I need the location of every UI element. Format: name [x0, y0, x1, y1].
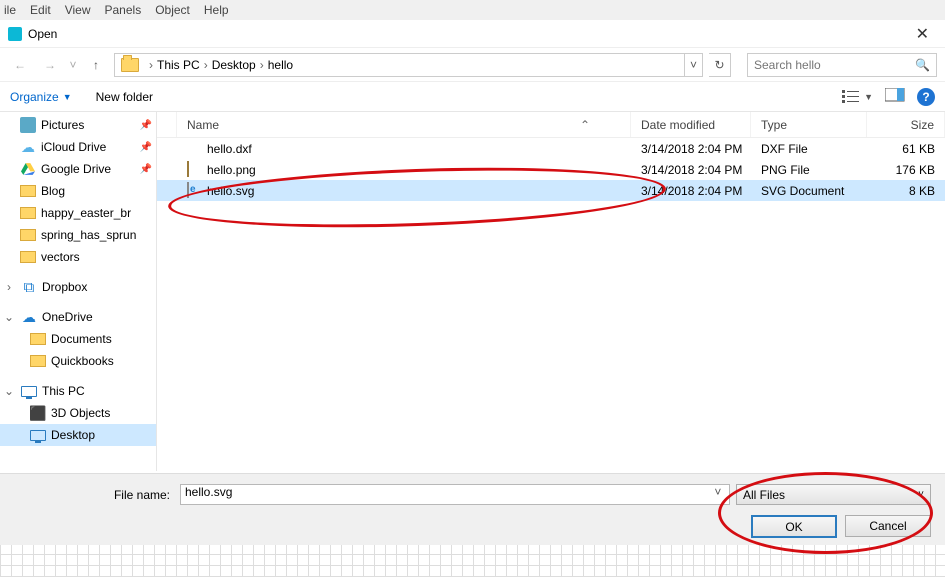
preview-pane-icon	[885, 88, 905, 102]
organize-menu[interactable]: Organize▼	[10, 90, 72, 104]
column-type[interactable]: Type	[751, 112, 867, 137]
folder-icon	[20, 251, 36, 263]
menu-edit[interactable]: Edit	[30, 3, 51, 17]
dxf-file-icon	[187, 141, 202, 156]
column-headers: Name⌃ Date modified Type Size	[157, 112, 945, 138]
crumb-hello[interactable]: hello	[268, 58, 293, 72]
preview-pane-button[interactable]	[885, 88, 905, 105]
view-mode-button[interactable]: ▼	[842, 90, 873, 104]
dialog-title: Open	[28, 27, 57, 41]
checkbox-column[interactable]	[157, 112, 177, 137]
filter-label: All Files	[743, 488, 785, 502]
nav-back[interactable]: ←	[8, 53, 32, 77]
tree-onedrive[interactable]: ⌄☁OneDrive	[0, 306, 156, 328]
column-size[interactable]: Size	[867, 112, 945, 137]
tree-dropbox[interactable]: ›⧉Dropbox	[0, 276, 156, 298]
filename-input[interactable]	[185, 485, 711, 499]
tree-happy-easter[interactable]: happy_easter_br	[0, 202, 156, 224]
nav-forward[interactable]: →	[38, 53, 62, 77]
breadcrumb-bar[interactable]: › This PC › Desktop › hello ˅	[114, 53, 703, 77]
folder-icon	[30, 355, 46, 367]
column-name[interactable]: Name⌃	[177, 112, 631, 137]
tree-documents[interactable]: Documents	[0, 328, 156, 350]
folder-icon	[30, 333, 46, 345]
file-list[interactable]: Name⌃ Date modified Type Size hello.dxf …	[157, 112, 945, 471]
tree-vectors[interactable]: vectors	[0, 246, 156, 268]
nav-up[interactable]: ↑	[84, 53, 108, 77]
filetype-filter[interactable]: All Files ˅	[736, 484, 931, 505]
tree-icloud[interactable]: ☁iCloud Drive📌	[0, 136, 156, 158]
tree-pictures[interactable]: Pictures📌	[0, 114, 156, 136]
column-date[interactable]: Date modified	[631, 112, 751, 137]
pin-icon: 📌	[140, 164, 152, 175]
folder-icon	[20, 229, 36, 241]
pin-icon: 📌	[140, 120, 152, 131]
chevron-icon[interactable]: ›	[256, 58, 268, 72]
file-row-svg[interactable]: hello.svg 3/14/2018 2:04 PM SVG Document…	[157, 180, 945, 201]
search-box[interactable]: 🔍	[747, 53, 937, 77]
desktop-icon	[30, 430, 46, 441]
tree-blog[interactable]: Blog	[0, 180, 156, 202]
breadcrumb-dropdown[interactable]: ˅	[684, 54, 702, 76]
tree-gdrive[interactable]: Google Drive📌	[0, 158, 156, 180]
chevron-down-icon: ˅	[918, 489, 924, 500]
tree-desktop[interactable]: Desktop	[0, 424, 156, 446]
close-button[interactable]: ✕	[908, 24, 937, 44]
menu-object[interactable]: Object	[155, 3, 190, 17]
menu-panels[interactable]: Panels	[105, 3, 142, 17]
pc-icon	[21, 386, 37, 397]
filename-dropdown[interactable]: ˅	[714, 485, 721, 499]
tree-quickbooks[interactable]: Quickbooks	[0, 350, 156, 372]
app-menubar: ile Edit View Panels Object Help	[0, 0, 945, 20]
dialog-titlebar: Open ✕	[0, 20, 945, 48]
folder-icon	[20, 185, 36, 197]
expand-icon[interactable]: ⌄	[4, 310, 14, 324]
cancel-button[interactable]: Cancel	[845, 515, 931, 537]
pin-icon: 📌	[140, 142, 152, 153]
folder-icon	[121, 58, 139, 72]
crumb-thispc[interactable]: This PC	[157, 58, 200, 72]
tree-3dobjects[interactable]: ⬛3D Objects	[0, 402, 156, 424]
gdrive-icon	[20, 161, 36, 177]
folder-icon	[20, 207, 36, 219]
new-folder-button[interactable]: New folder	[96, 90, 153, 104]
expand-icon[interactable]: ⌄	[4, 384, 14, 398]
svg-file-icon	[187, 183, 202, 198]
menu-file[interactable]: ile	[4, 3, 16, 17]
nav-recent-dropdown[interactable]: ˅	[68, 53, 78, 77]
nav-tree[interactable]: Pictures📌 ☁iCloud Drive📌 Google Drive📌 B…	[0, 112, 157, 471]
tree-spring[interactable]: spring_has_sprun	[0, 224, 156, 246]
sort-indicator-icon: ⌃	[580, 118, 590, 132]
filename-label: File name:	[14, 488, 174, 502]
refresh-button[interactable]: ↻	[709, 53, 731, 77]
navbar: ← → ˅ ↑ › This PC › Desktop › hello ˅ ↻ …	[0, 48, 945, 82]
menu-help[interactable]: Help	[204, 3, 229, 17]
chevron-icon[interactable]: ›	[200, 58, 212, 72]
png-file-icon	[187, 162, 202, 177]
dropbox-icon: ⧉	[21, 279, 37, 295]
onedrive-icon: ☁	[21, 309, 37, 325]
chevron-icon[interactable]: ›	[145, 58, 157, 72]
pictures-icon	[20, 117, 36, 133]
3d-objects-icon: ⬛	[30, 405, 46, 421]
help-button[interactable]: ?	[917, 88, 935, 106]
menu-view[interactable]: View	[65, 3, 91, 17]
expand-icon[interactable]: ›	[4, 280, 14, 294]
search-input[interactable]	[754, 58, 904, 72]
tree-this-pc[interactable]: ⌄This PC	[0, 380, 156, 402]
background-canvas-grid	[0, 545, 945, 577]
crumb-desktop[interactable]: Desktop	[212, 58, 256, 72]
file-row-dxf[interactable]: hello.dxf 3/14/2018 2:04 PM DXF File 61 …	[157, 138, 945, 159]
file-row-png[interactable]: hello.png 3/14/2018 2:04 PM PNG File 176…	[157, 159, 945, 180]
toolbar: Organize▼ New folder ▼ ?	[0, 82, 945, 112]
dialog-icon	[8, 27, 22, 41]
ok-button[interactable]: OK	[751, 515, 837, 538]
filename-input-box[interactable]: ˅	[180, 484, 730, 505]
dialog-footer: File name: ˅ All Files ˅ OK Cancel	[0, 473, 945, 545]
view-list-icon	[842, 90, 862, 104]
search-icon[interactable]: 🔍	[915, 58, 930, 72]
icloud-icon: ☁	[20, 139, 36, 155]
